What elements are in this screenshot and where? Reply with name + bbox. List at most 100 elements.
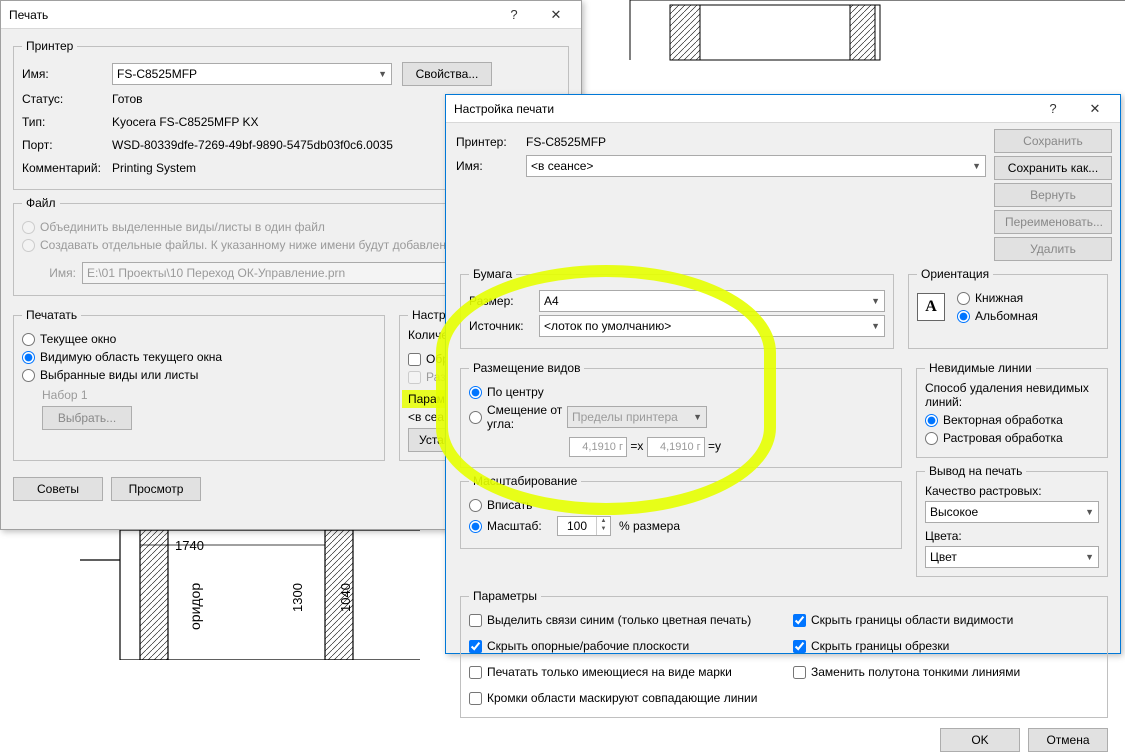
zoom-group-label: Масштабирование xyxy=(469,474,581,488)
spin-up-icon[interactable]: ▲ xyxy=(597,517,610,525)
chevron-down-icon: ▼ xyxy=(871,296,880,306)
save-button: Сохранить xyxy=(994,129,1112,153)
file-combine-label: Объединить выделенные виды/листы в один … xyxy=(40,220,325,234)
paper-size-label: Размер: xyxy=(469,294,539,308)
orientation-group: Ориентация A Книжная Альбомная xyxy=(908,267,1108,349)
setup-printer-label: Принтер: xyxy=(456,135,526,149)
file-combine-radio xyxy=(22,221,35,234)
raster-quality-dropdown[interactable]: Высокое▼ xyxy=(925,501,1099,523)
hide-visibility-label: Скрыть границы области видимости xyxy=(811,613,1013,627)
svg-text:1740: 1740 xyxy=(175,538,204,553)
mask-edges-check[interactable] xyxy=(469,692,482,705)
spin-down-icon[interactable]: ▼ xyxy=(597,525,610,533)
hidden-lines-group: Невидимые линии Способ удаления невидимы… xyxy=(916,361,1108,458)
close-icon[interactable]: ✕ xyxy=(1074,96,1116,122)
setup-name-dropdown[interactable]: <в сеансе> ▼ xyxy=(526,155,986,177)
vector-label: Векторная обработка xyxy=(943,413,1063,427)
orient-landscape-label: Альбомная xyxy=(975,309,1038,323)
rename-button: Переименовать... xyxy=(994,210,1112,234)
paper-source-dropdown[interactable]: <лоток по умолчанию>▼ xyxy=(539,315,885,337)
comment-label: Комментарий: xyxy=(22,161,112,175)
chevron-down-icon: ▼ xyxy=(871,321,880,331)
port-label: Порт: xyxy=(22,138,112,152)
printer-group-label: Принтер xyxy=(22,39,77,53)
svg-text:1040: 1040 xyxy=(338,583,353,612)
chevron-down-icon: ▼ xyxy=(972,161,981,171)
scale-input[interactable]: ▲▼ xyxy=(557,516,611,536)
fit-radio[interactable] xyxy=(469,499,482,512)
hidden-caption: Способ удаления невидимых линий: xyxy=(925,381,1099,409)
setup-ok-button[interactable]: OK xyxy=(940,728,1020,752)
offset-label: Смещение от угла: xyxy=(487,403,567,431)
offset-basis-dropdown: Пределы принтера▼ xyxy=(567,406,707,428)
orientation-label: Ориентация xyxy=(917,267,993,281)
center-radio[interactable] xyxy=(469,386,482,399)
hide-visibility-check[interactable] xyxy=(793,614,806,627)
orient-portrait-radio[interactable] xyxy=(957,292,970,305)
hide-crop-label: Скрыть границы обрезки xyxy=(811,639,949,653)
paper-group: Бумага Размер: A4▼ Источник: <лоток по у… xyxy=(460,267,894,349)
file-name-label: Имя: xyxy=(22,266,82,280)
print-dialog-title: Печать xyxy=(9,8,493,22)
setup-name-label: Имя: xyxy=(456,159,526,173)
help-icon[interactable]: ? xyxy=(1032,96,1074,122)
placement-group: Размещение видов По центру Смещение от у… xyxy=(460,361,902,468)
chevron-down-icon: ▼ xyxy=(378,69,387,79)
colors-label: Цвета: xyxy=(925,529,1099,543)
vector-radio[interactable] xyxy=(925,414,938,427)
scale-label: Масштаб: xyxy=(487,519,557,533)
print-dialog-titlebar[interactable]: Печать ? ✕ xyxy=(1,1,581,29)
offset-x-input xyxy=(569,437,627,457)
preview-button[interactable]: Просмотр xyxy=(111,477,201,501)
paper-size-dropdown[interactable]: A4▼ xyxy=(539,290,885,312)
range-selected-radio[interactable] xyxy=(22,369,35,382)
set-label: Набор 1 xyxy=(42,388,376,402)
mask-edges-label: Кромки области маскируют совпадающие лин… xyxy=(487,691,757,705)
properties-button[interactable]: Свойства... xyxy=(402,62,492,86)
setup-dialog-title: Настройка печати xyxy=(454,102,1032,116)
output-group-label: Вывод на печать xyxy=(925,464,1026,478)
range-current-label: Текущее окно xyxy=(40,332,116,346)
orientation-preview-icon: A xyxy=(917,293,945,321)
close-icon[interactable]: ✕ xyxy=(535,2,577,28)
hide-ref-check[interactable] xyxy=(469,640,482,653)
svg-text:1300: 1300 xyxy=(290,583,305,612)
fit-label: Вписать xyxy=(487,498,532,512)
hide-crop-check[interactable] xyxy=(793,640,806,653)
help-icon[interactable]: ? xyxy=(493,2,535,28)
type-label: Тип: xyxy=(22,115,112,129)
halftone-label: Заменить полутона тонкими линиями xyxy=(811,665,1020,679)
setup-cancel-button[interactable]: Отмена xyxy=(1028,728,1108,752)
print-setup-dialog: Настройка печати ? ✕ Принтер:FS-C8525MFP… xyxy=(445,94,1121,654)
range-visible-radio[interactable] xyxy=(22,351,35,364)
scale-suffix: % размера xyxy=(619,519,680,533)
hide-ref-label: Скрыть опорные/рабочие плоскости xyxy=(487,639,689,653)
offset-radio[interactable] xyxy=(469,411,482,424)
scale-radio[interactable] xyxy=(469,520,482,533)
center-label: По центру xyxy=(487,385,544,399)
name-label: Имя: xyxy=(22,67,112,81)
placement-label: Размещение видов xyxy=(469,361,584,375)
paper-group-label: Бумага xyxy=(469,267,516,281)
printer-name-dropdown[interactable]: FS-C8525MFP ▼ xyxy=(112,63,392,85)
raster-radio[interactable] xyxy=(925,432,938,445)
tips-button[interactable]: Советы xyxy=(13,477,103,501)
params-group-label: Параметры xyxy=(469,589,541,603)
range-current-radio[interactable] xyxy=(22,333,35,346)
colors-dropdown[interactable]: Цвет▼ xyxy=(925,546,1099,568)
print-tags-check[interactable] xyxy=(469,666,482,679)
zoom-group: Масштабирование Вписать Масштаб: ▲▼ % ра… xyxy=(460,474,902,549)
collate-check xyxy=(408,371,421,384)
raster-q-label: Качество растровых: xyxy=(925,484,1099,498)
save-as-button[interactable]: Сохранить как... xyxy=(994,156,1112,180)
orient-landscape-radio[interactable] xyxy=(957,310,970,323)
chevron-down-icon: ▼ xyxy=(1085,507,1094,517)
params-group: Параметры Выделить связи синим (только ц… xyxy=(460,589,1108,718)
links-blue-check[interactable] xyxy=(469,614,482,627)
select-views-button: Выбрать... xyxy=(42,406,132,430)
svg-text:оридор: оридор xyxy=(187,583,203,630)
halftone-check[interactable] xyxy=(793,666,806,679)
hidden-group-label: Невидимые линии xyxy=(925,361,1036,375)
setup-dialog-titlebar[interactable]: Настройка печати ? ✕ xyxy=(446,95,1120,123)
reverse-order-check[interactable] xyxy=(408,353,421,366)
